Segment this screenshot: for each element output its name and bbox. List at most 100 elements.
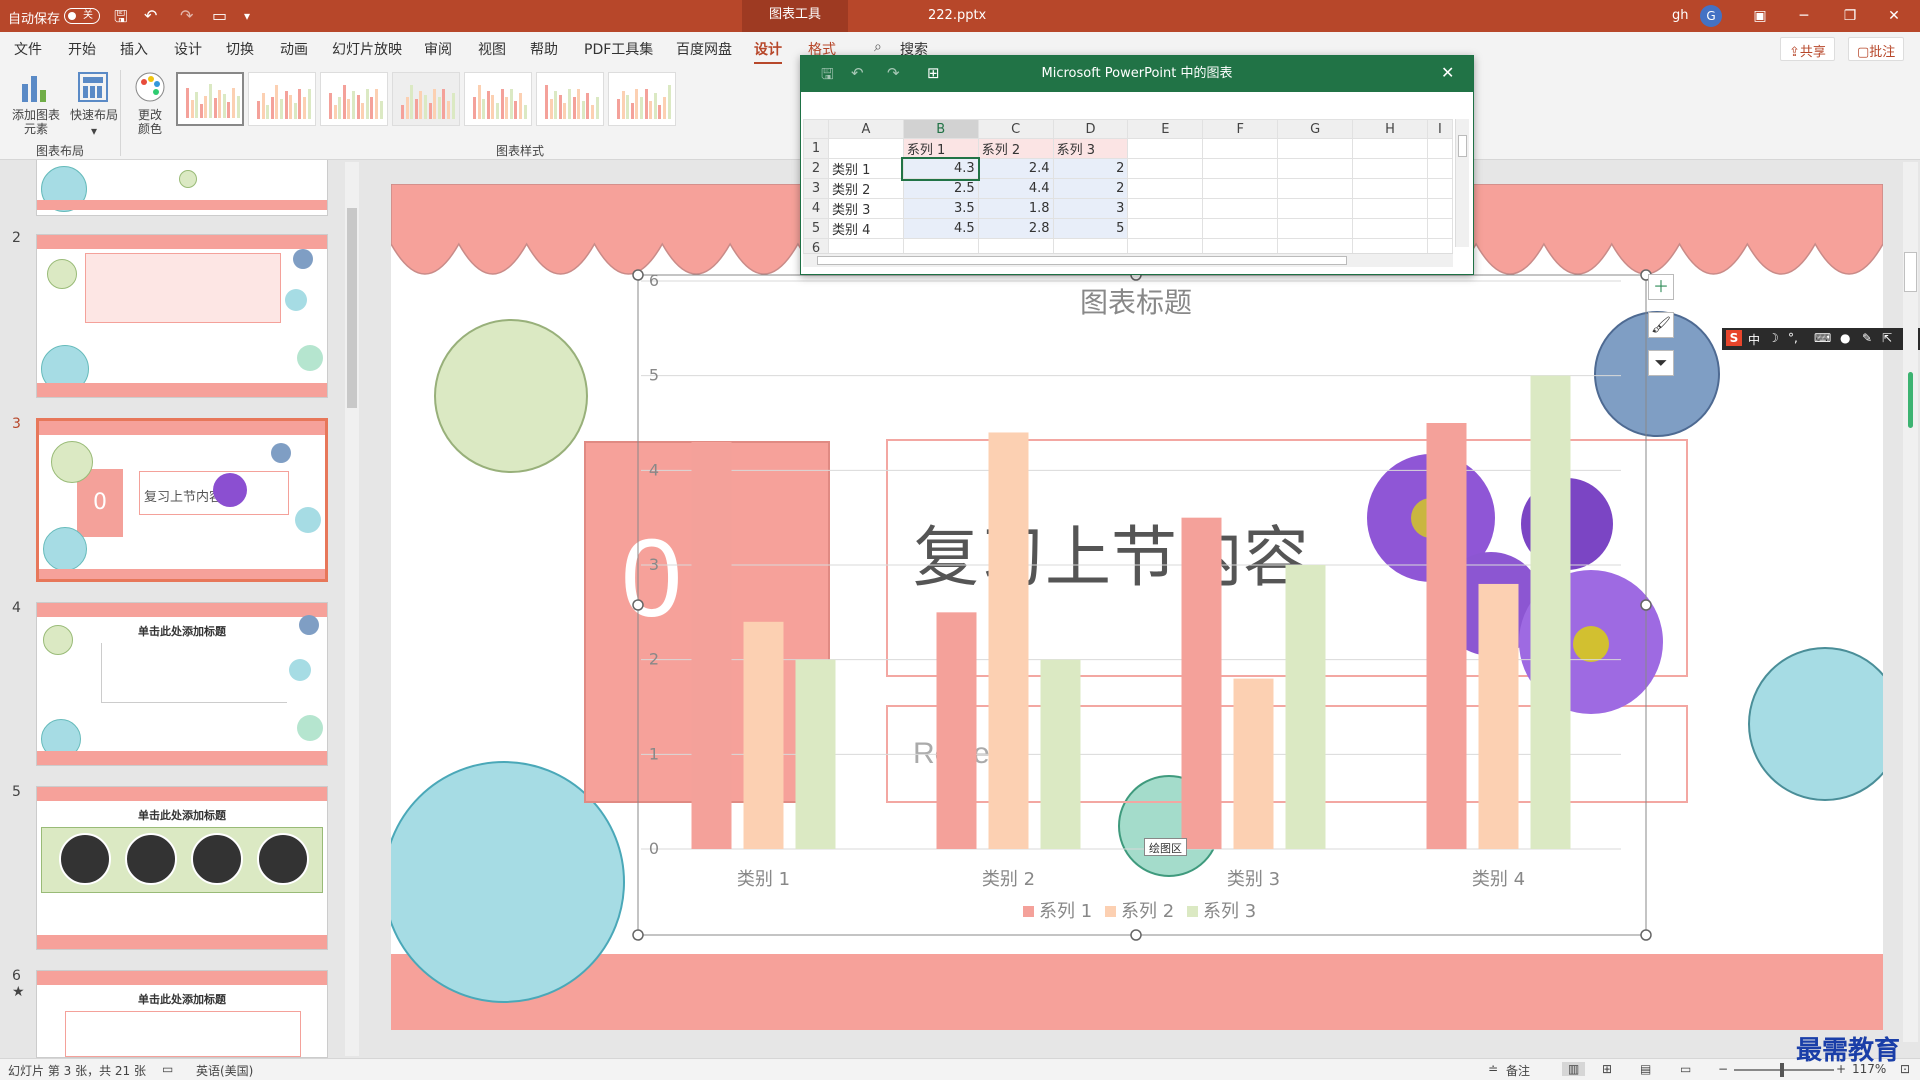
chart-style-option[interactable] [464, 72, 532, 126]
chart-style-option[interactable] [176, 72, 244, 126]
cell[interactable] [1352, 158, 1428, 179]
tab-transitions[interactable]: 切换 [226, 39, 254, 59]
add-chart-element-button[interactable]: 添加图表 元素 [8, 70, 62, 150]
tab-baidu-pan[interactable]: 百度网盘 [676, 39, 732, 59]
cell[interactable]: 系列 2 [977, 138, 1054, 159]
cell[interactable] [1277, 218, 1354, 239]
cell[interactable] [1277, 198, 1354, 219]
notes-button[interactable]: 备注 [1506, 1062, 1530, 1079]
column-header-h[interactable]: H [1352, 119, 1428, 139]
user-avatar[interactable]: G [1700, 5, 1722, 27]
row-header[interactable]: 4 [803, 198, 829, 219]
chart-style-option[interactable] [320, 72, 388, 126]
bar-chart[interactable]: 0123456图表标题类别 1 类别 2 类别 3 类别 4系列 1 系列 2 系列 3 [391, 184, 1883, 1030]
cell[interactable] [1352, 178, 1428, 199]
quick-layout-button[interactable]: 快速布局 ▾ [66, 70, 120, 150]
chart-style-option[interactable] [608, 72, 676, 126]
slide-thumbnail[interactable] [36, 160, 328, 216]
row-header[interactable]: 3 [803, 178, 829, 199]
column-header-a[interactable]: A [827, 119, 904, 139]
chart-style-option[interactable] [536, 72, 604, 126]
column-header-b[interactable]: B [902, 119, 979, 139]
tab-file[interactable]: 文件 [14, 39, 42, 59]
cell[interactable] [1426, 218, 1454, 239]
cell[interactable]: 类别 3 [827, 198, 904, 219]
search-icon[interactable]: ⌕ [874, 39, 882, 55]
row-header[interactable]: 2 [803, 158, 829, 179]
customize-qat-icon[interactable]: ▾ [244, 9, 250, 23]
cell[interactable] [1202, 218, 1279, 239]
save-icon[interactable]: 🖫 [114, 6, 128, 33]
cell[interactable] [1202, 198, 1279, 219]
thumbnail-scrollbar[interactable] [345, 162, 359, 1056]
cell[interactable]: 类别 2 [827, 178, 904, 199]
fit-slide-icon[interactable]: ⊡ [1900, 1062, 1910, 1076]
tab-home[interactable]: 开始 [68, 39, 96, 59]
slide-sorter-icon[interactable]: ⊞ [1602, 1062, 1612, 1076]
zoom-slider-thumb[interactable] [1780, 1063, 1784, 1077]
excel-horizontal-scrollbar[interactable] [803, 253, 1453, 267]
excel-vertical-scrollbar[interactable] [1455, 119, 1469, 247]
ribbon-display-icon[interactable]: ▣ [1740, 4, 1780, 28]
cell[interactable]: 系列 1 [902, 138, 979, 159]
tab-help[interactable]: 帮助 [530, 39, 558, 59]
cell[interactable] [1352, 138, 1428, 159]
cell[interactable]: 2.5 [902, 178, 979, 199]
cell[interactable] [1127, 198, 1204, 219]
accessibility-icon[interactable]: ▭ [162, 1062, 173, 1076]
cell[interactable]: 4.3 [901, 156, 981, 181]
chart-styles-brush-icon[interactable]: 🖌 [1648, 312, 1674, 338]
scrollbar-thumb[interactable] [1904, 252, 1917, 292]
scrollbar-thumb[interactable] [1458, 135, 1467, 157]
row-header[interactable]: 1 [803, 138, 829, 159]
chart-style-option[interactable] [392, 72, 460, 126]
cell[interactable] [1202, 138, 1279, 159]
cell[interactable]: 2.8 [977, 218, 1054, 239]
column-header-f[interactable]: F [1202, 119, 1279, 139]
cell[interactable] [1202, 158, 1279, 179]
cell[interactable] [1277, 158, 1354, 179]
row-header[interactable]: 5 [803, 218, 829, 239]
cell[interactable] [1352, 218, 1428, 239]
cell[interactable]: 2 [1052, 158, 1129, 179]
slideshow-icon[interactable]: ▭ [1680, 1062, 1691, 1076]
close-icon[interactable]: ✕ [1874, 4, 1914, 28]
present-icon[interactable]: ▭ [212, 6, 227, 25]
cell[interactable] [1127, 178, 1204, 199]
chart-style-option[interactable] [248, 72, 316, 126]
cell[interactable] [1426, 198, 1454, 219]
slide-thumbnail-active[interactable]: 0 复习上节内容 [36, 418, 328, 582]
cell[interactable]: 类别 4 [827, 218, 904, 239]
redo-icon[interactable]: ↷ [180, 6, 193, 25]
cell[interactable] [1352, 198, 1428, 219]
change-colors-button[interactable]: 更改 颜色 [130, 70, 170, 150]
cell[interactable]: 3 [1052, 198, 1129, 219]
slide-thumbnail[interactable]: 单击此处添加标题 [36, 602, 328, 766]
tab-review[interactable]: 审阅 [424, 39, 452, 59]
minimize-icon[interactable]: ─ [1784, 4, 1824, 28]
cell[interactable] [1277, 138, 1354, 159]
cell[interactable]: 4.4 [977, 178, 1054, 199]
chart-filter-icon[interactable]: ⏷ [1648, 350, 1674, 376]
normal-view-icon[interactable]: ▥ [1562, 1062, 1586, 1076]
zoom-out-icon[interactable]: − [1718, 1062, 1728, 1076]
column-header-c[interactable]: C [977, 119, 1054, 139]
cell[interactable]: 1.8 [977, 198, 1054, 219]
autosave-toggle[interactable]: 关 [64, 8, 100, 24]
chart-elements-plus-icon[interactable]: ＋ [1648, 274, 1674, 300]
tab-view[interactable]: 视图 [478, 39, 506, 59]
cell[interactable]: 2.4 [977, 158, 1054, 179]
slide-thumbnail[interactable] [36, 234, 328, 398]
cell[interactable] [827, 138, 904, 159]
slide-thumbnail[interactable]: 单击此处添加标题 [36, 970, 328, 1058]
share-button[interactable]: ⇪共享 [1780, 37, 1835, 61]
column-header-e[interactable]: E [1127, 119, 1204, 139]
scrollbar-thumb[interactable] [817, 256, 1347, 265]
cell[interactable]: 类别 1 [827, 158, 904, 179]
cell[interactable] [1127, 218, 1204, 239]
scrollbar-thumb[interactable] [347, 208, 357, 408]
tab-pdf-tools[interactable]: PDF工具集 [584, 39, 653, 59]
tab-design-slide[interactable]: 设计 [174, 39, 202, 59]
tab-slideshow[interactable]: 幻灯片放映 [332, 39, 402, 59]
cell[interactable] [1426, 138, 1454, 159]
